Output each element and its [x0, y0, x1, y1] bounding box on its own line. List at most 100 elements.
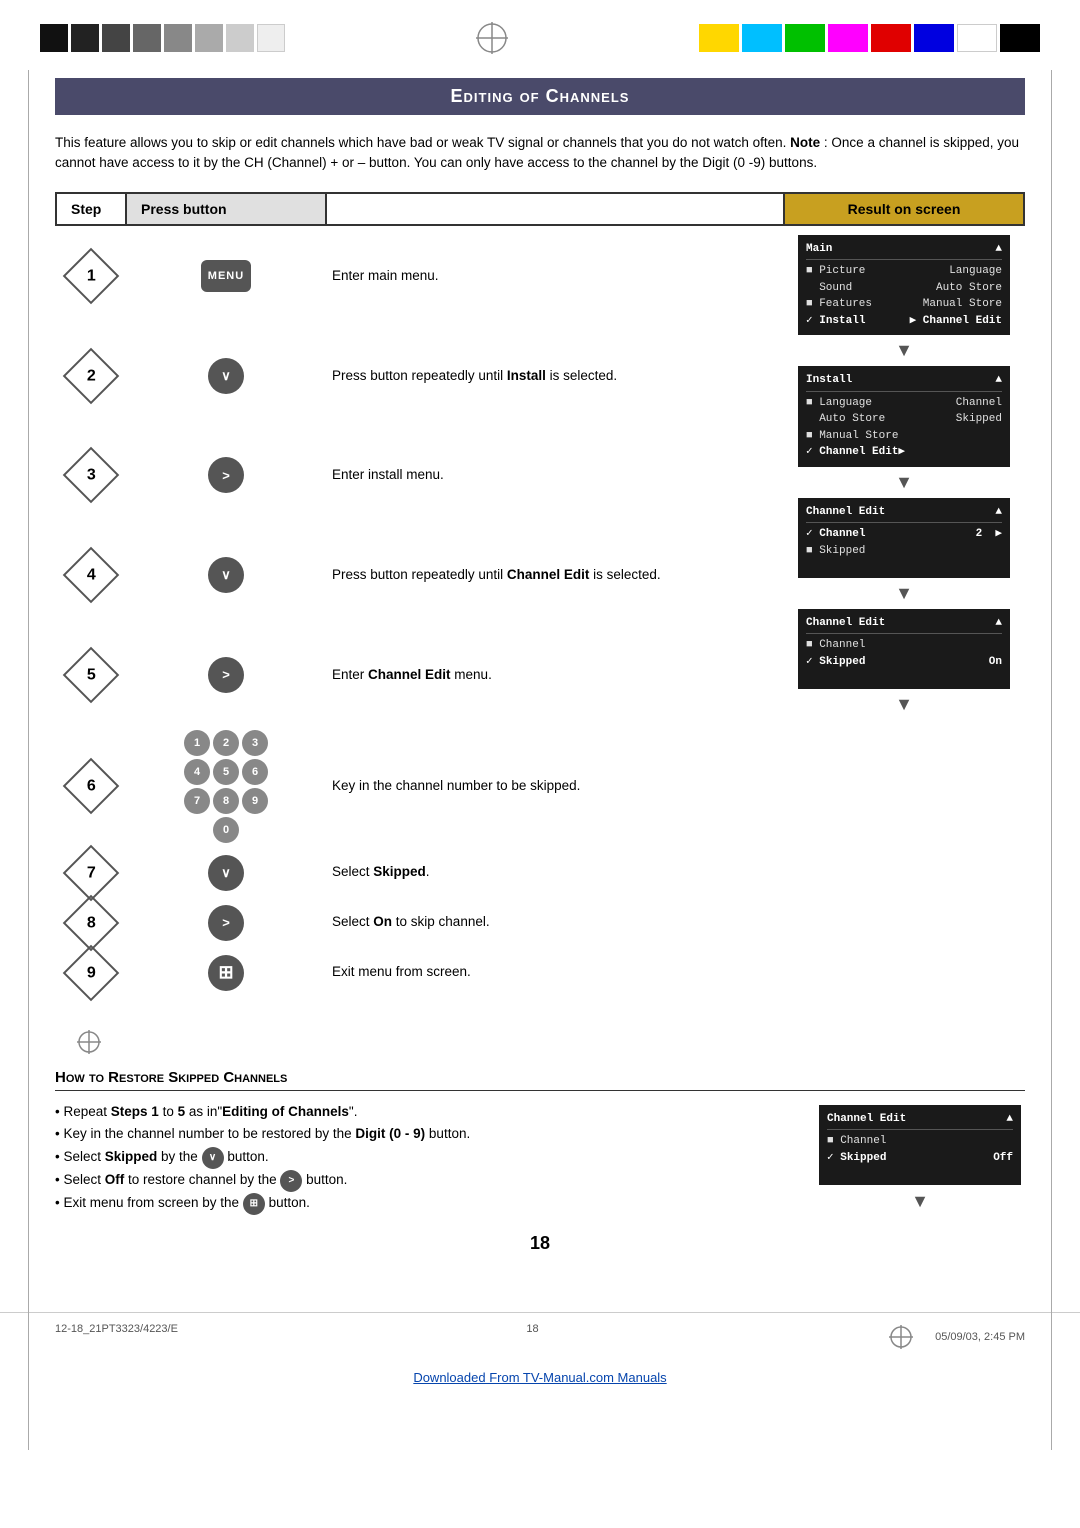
color-block-blue: [914, 24, 954, 52]
bw-block: [257, 24, 285, 52]
down-button-4[interactable]: ∨: [208, 557, 244, 593]
digit-3[interactable]: 3: [242, 730, 268, 756]
color-block-cyan: [742, 24, 782, 52]
bw-block: [102, 24, 130, 52]
restore-bullet-1: Repeat Steps 1 to 5 as in"Editing of Cha…: [55, 1101, 785, 1124]
restore-bullets: Repeat Steps 1 to 5 as in"Editing of Cha…: [55, 1101, 785, 1216]
screen-title-main: Main▲: [806, 241, 1002, 261]
step-4-button: ∨: [126, 525, 326, 625]
step-5-button: >: [126, 625, 326, 725]
crosshair-icon: [472, 18, 512, 58]
down-button[interactable]: ∨: [208, 358, 244, 394]
digit-5[interactable]: 5: [213, 759, 239, 785]
color-block-black: [1000, 24, 1040, 52]
step-3-desc: Enter install menu.: [326, 426, 784, 526]
table-row: 1 MENU Enter main menu. Main▲: [56, 225, 1024, 327]
step-5-num: 5: [56, 625, 126, 725]
screen-row: ■ PictureLanguage: [806, 263, 1002, 280]
screen-row-selected: ✓ Channel Edit▶: [806, 444, 1002, 461]
digit-0[interactable]: 0: [213, 817, 239, 843]
top-left-section: [40, 24, 285, 52]
right-inline-button[interactable]: >: [280, 1170, 302, 1192]
step-6-num: 6: [56, 725, 126, 848]
col-step: Step: [56, 193, 126, 225]
screen-row-selected: ✓ SkippedOn: [806, 654, 1002, 671]
screen-row-selected: ✓ SkippedOff: [827, 1150, 1013, 1167]
step-1-desc: Enter main menu.: [326, 225, 784, 327]
digit-4[interactable]: 4: [184, 759, 210, 785]
digit-1[interactable]: 1: [184, 730, 210, 756]
screen-title-ch-edit: Channel Edit▲: [806, 504, 1002, 524]
crosshair-left: [75, 1028, 1025, 1059]
bottom-link-section[interactable]: Downloaded From TV-Manual.com Manuals: [0, 1361, 1080, 1399]
step-7-desc: Select Skipped.: [326, 848, 784, 898]
page-number: 18: [55, 1233, 1025, 1254]
table-row: 6 1 2 3 4 5 6 7 8 9 0: [56, 725, 1024, 848]
digit-8[interactable]: 8: [213, 788, 239, 814]
bw-block: [71, 24, 99, 52]
screen-row: ■ LanguageChannel: [806, 395, 1002, 412]
step-2-button: ∨: [126, 326, 326, 426]
screen-row: SoundAuto Store: [806, 280, 1002, 297]
digit-9[interactable]: 9: [242, 788, 268, 814]
step-6-button: 1 2 3 4 5 6 7 8 9 0: [126, 725, 326, 848]
footer-center: 18: [526, 1323, 538, 1351]
screen-row: ■ Skipped: [806, 543, 1002, 560]
screen-row: ■ FeaturesManual Store: [806, 296, 1002, 313]
bw-block: [133, 24, 161, 52]
screen-title-install: Install▲: [806, 372, 1002, 392]
step-9-num: 9: [56, 948, 126, 998]
digit-6[interactable]: 6: [242, 759, 268, 785]
color-block-magenta: [828, 24, 868, 52]
exit-button[interactable]: ⊞: [208, 955, 244, 991]
step-3-num: 3: [56, 426, 126, 526]
bw-block: [164, 24, 192, 52]
screen-row-selected: ✓ Install▶ Channel Edit: [806, 313, 1002, 330]
step-6-desc: Key in the channel number to be skipped.: [326, 725, 784, 848]
footer-right-section: 05/09/03, 2:45 PM: [887, 1323, 1025, 1351]
step-3-button: >: [126, 426, 326, 526]
col-desc-header: [326, 193, 784, 225]
exit-inline-button[interactable]: ⊞: [243, 1193, 265, 1215]
digit-7[interactable]: 7: [184, 788, 210, 814]
screen-title-ch-edit-2: Channel Edit▲: [806, 615, 1002, 635]
digit-grid: 1 2 3 4 5 6 7 8 9 0: [184, 730, 268, 843]
screen-title-restore: Channel Edit▲: [827, 1111, 1013, 1131]
screen-row-selected: ✓ Channel2 ▶: [806, 526, 1002, 543]
digit-2[interactable]: 2: [213, 730, 239, 756]
right-button-3[interactable]: >: [208, 457, 244, 493]
step-2-num: 2: [56, 326, 126, 426]
result-screens-1-5: Main▲ ■ PictureLanguage SoundAuto Store …: [784, 225, 1024, 725]
restore-layout: Repeat Steps 1 to 5 as in"Editing of Cha…: [55, 1101, 1025, 1216]
step-1-button: MENU: [126, 225, 326, 327]
arrow-down-1: ▼: [794, 339, 1014, 362]
down-inline-button[interactable]: ∨: [202, 1147, 224, 1169]
color-block-red: [871, 24, 911, 52]
restore-bullet-3: Select Skipped by the ∨ button.: [55, 1146, 785, 1169]
down-button-7[interactable]: ∨: [208, 855, 244, 891]
step-7-num: 7: [56, 848, 126, 898]
restore-bullet-5: Exit menu from screen by the ⊞ button.: [55, 1192, 785, 1215]
tv-manual-link[interactable]: Downloaded From TV-Manual.com Manuals: [413, 1370, 666, 1385]
step-2-desc: Press button repeatedly until Install is…: [326, 326, 784, 426]
menu-button[interactable]: MENU: [201, 260, 251, 292]
screen-install: Install▲ ■ LanguageChannel Auto StoreSki…: [798, 366, 1010, 467]
right-button-8[interactable]: >: [208, 905, 244, 941]
step-1-num: 1: [56, 225, 126, 327]
screen-restore: Channel Edit▲ ■ Channel ✓ SkippedOff: [819, 1105, 1021, 1185]
screen-row: Auto StoreSkipped: [806, 411, 1002, 428]
step-8-desc: Select On to skip channel.: [326, 898, 784, 948]
arrow-down-restore: ▼: [815, 1189, 1025, 1214]
color-block-white: [957, 24, 997, 52]
footer-right: 05/09/03, 2:45 PM: [935, 1331, 1025, 1343]
arrow-down-2: ▼: [794, 471, 1014, 494]
arrow-down-3: ▼: [794, 582, 1014, 605]
right-button-5[interactable]: >: [208, 657, 244, 693]
bw-block: [226, 24, 254, 52]
combined-screens: Main▲ ■ PictureLanguage SoundAuto Store …: [794, 235, 1014, 716]
restore-screen: Channel Edit▲ ■ Channel ✓ SkippedOff ▼: [815, 1101, 1025, 1216]
screen-row: ■ Channel: [827, 1133, 1013, 1150]
page-title: Editing of Channels: [55, 78, 1025, 115]
screen-channel-edit-1: Channel Edit▲ ✓ Channel2 ▶ ■ Skipped: [798, 498, 1010, 578]
top-bar: [0, 0, 1080, 68]
